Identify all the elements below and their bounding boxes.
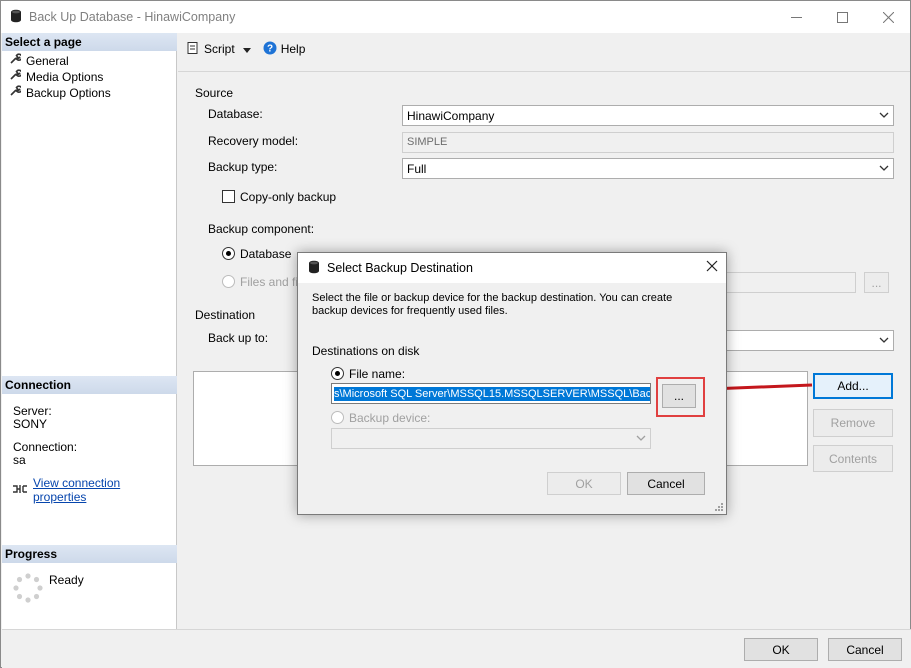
page-general[interactable]: General	[9, 53, 69, 68]
backup-type-value: Full	[407, 162, 427, 176]
component-database-label: Database	[240, 247, 292, 261]
database-icon	[10, 9, 22, 26]
browse-file-button[interactable]: ...	[662, 384, 696, 408]
destinations-on-disk-label: Destinations on disk	[312, 344, 420, 358]
remove-button[interactable]: Remove	[813, 409, 893, 437]
server-label: Server:	[13, 404, 52, 418]
resize-grip-icon[interactable]	[714, 502, 724, 512]
backup-device-combo[interactable]	[331, 428, 651, 449]
files-field	[726, 272, 856, 293]
close-button[interactable]	[865, 1, 911, 33]
view-connection-properties[interactable]: View connection properties	[12, 476, 176, 504]
dialog-description-1: Select the file or backup device for the…	[312, 292, 673, 304]
bottom-bar: OK Cancel	[2, 629, 911, 668]
page-label: General	[26, 53, 69, 68]
database-icon	[308, 260, 320, 277]
dialog-title: Select Backup Destination	[327, 261, 473, 275]
page-media-options[interactable]: Media Options	[9, 69, 103, 84]
script-dropdown[interactable]	[242, 42, 251, 56]
left-pane: Select a page General Media Options Back…	[2, 33, 177, 629]
back-up-to-label: Back up to:	[208, 331, 269, 345]
add-button[interactable]: Add...	[813, 373, 893, 399]
database-value: HinawiCompany	[407, 109, 495, 123]
chevron-down-icon	[879, 334, 889, 348]
backup-device-label: Backup device:	[349, 411, 431, 425]
page-backup-options[interactable]: Backup Options	[9, 85, 111, 100]
view-connection-link[interactable]: View connection properties	[33, 476, 176, 504]
recovery-model-field: SIMPLE	[402, 132, 894, 153]
server-value: SONY	[13, 417, 48, 431]
minimize-button[interactable]	[773, 1, 819, 33]
toolbar: Script ? Help	[178, 33, 910, 66]
connection-value: sa	[13, 453, 26, 467]
select-page-header: Select a page	[2, 33, 177, 51]
title-bar: Back Up Database - HinawiCompany	[1, 1, 910, 33]
maximize-button[interactable]	[819, 1, 865, 33]
script-button[interactable]: Script	[186, 41, 235, 58]
progress-header: Progress	[2, 545, 177, 563]
dialog-cancel-button[interactable]: Cancel	[627, 472, 705, 495]
chevron-down-icon	[636, 432, 646, 446]
files-browse-button[interactable]: ...	[864, 272, 889, 293]
dialog-close-icon[interactable]	[706, 260, 718, 275]
backup-type-combo[interactable]: Full	[402, 158, 894, 179]
page-label: Media Options	[26, 69, 104, 84]
dialog-description-2: backup devices for frequently used files…	[312, 305, 508, 317]
destination-header: Destination	[195, 308, 256, 322]
help-button[interactable]: ? Help	[263, 41, 306, 58]
wrench-icon	[9, 53, 23, 68]
connection-header: Connection	[2, 376, 177, 394]
component-database-radio[interactable]	[222, 247, 235, 260]
backup-component-label: Backup component:	[208, 222, 315, 236]
component-files-radio[interactable]	[222, 275, 235, 288]
dialog-title-bar: Select Backup Destination	[298, 253, 726, 283]
progress-status: Ready	[49, 573, 84, 587]
recovery-model-label: Recovery model:	[208, 134, 299, 148]
script-icon	[186, 41, 200, 58]
backup-device-radio[interactable]	[331, 411, 344, 424]
progress-spinner-icon	[13, 573, 43, 603]
window-title: Back Up Database - HinawiCompany	[29, 10, 236, 24]
backup-type-label: Backup type:	[208, 160, 278, 174]
contents-button[interactable]: Contents	[813, 445, 893, 472]
wrench-icon	[9, 69, 23, 84]
file-name-value: s\Microsoft SQL Server\MSSQL15.MSSQLSERV…	[334, 387, 650, 401]
copy-only-checkbox[interactable]	[222, 190, 235, 203]
file-name-input[interactable]: s\Microsoft SQL Server\MSSQL15.MSSQLSERV…	[331, 383, 651, 404]
help-icon: ?	[263, 41, 277, 58]
wrench-icon	[9, 85, 23, 100]
source-header: Source	[195, 86, 234, 100]
chevron-down-icon	[879, 162, 889, 176]
chevron-down-icon	[879, 109, 889, 123]
database-label: Database:	[208, 107, 263, 121]
ok-button[interactable]: OK	[744, 638, 818, 661]
file-name-label: File name:	[349, 367, 406, 381]
caret-down-icon	[242, 42, 251, 56]
help-label: Help	[280, 42, 306, 56]
file-name-radio[interactable]	[331, 367, 344, 380]
copy-only-label: Copy-only backup	[240, 190, 337, 204]
script-label: Script	[204, 42, 235, 56]
connection-label: Connection:	[13, 440, 78, 454]
select-backup-destination-dialog: Select Backup Destination Select the fil…	[297, 252, 727, 515]
connection-plug-icon	[12, 483, 28, 498]
svg-text:?: ?	[267, 43, 273, 54]
database-combo[interactable]: HinawiCompany	[402, 105, 894, 126]
page-label: Backup Options	[26, 85, 111, 100]
dialog-ok-button[interactable]: OK	[547, 472, 621, 495]
cancel-button[interactable]: Cancel	[828, 638, 902, 661]
